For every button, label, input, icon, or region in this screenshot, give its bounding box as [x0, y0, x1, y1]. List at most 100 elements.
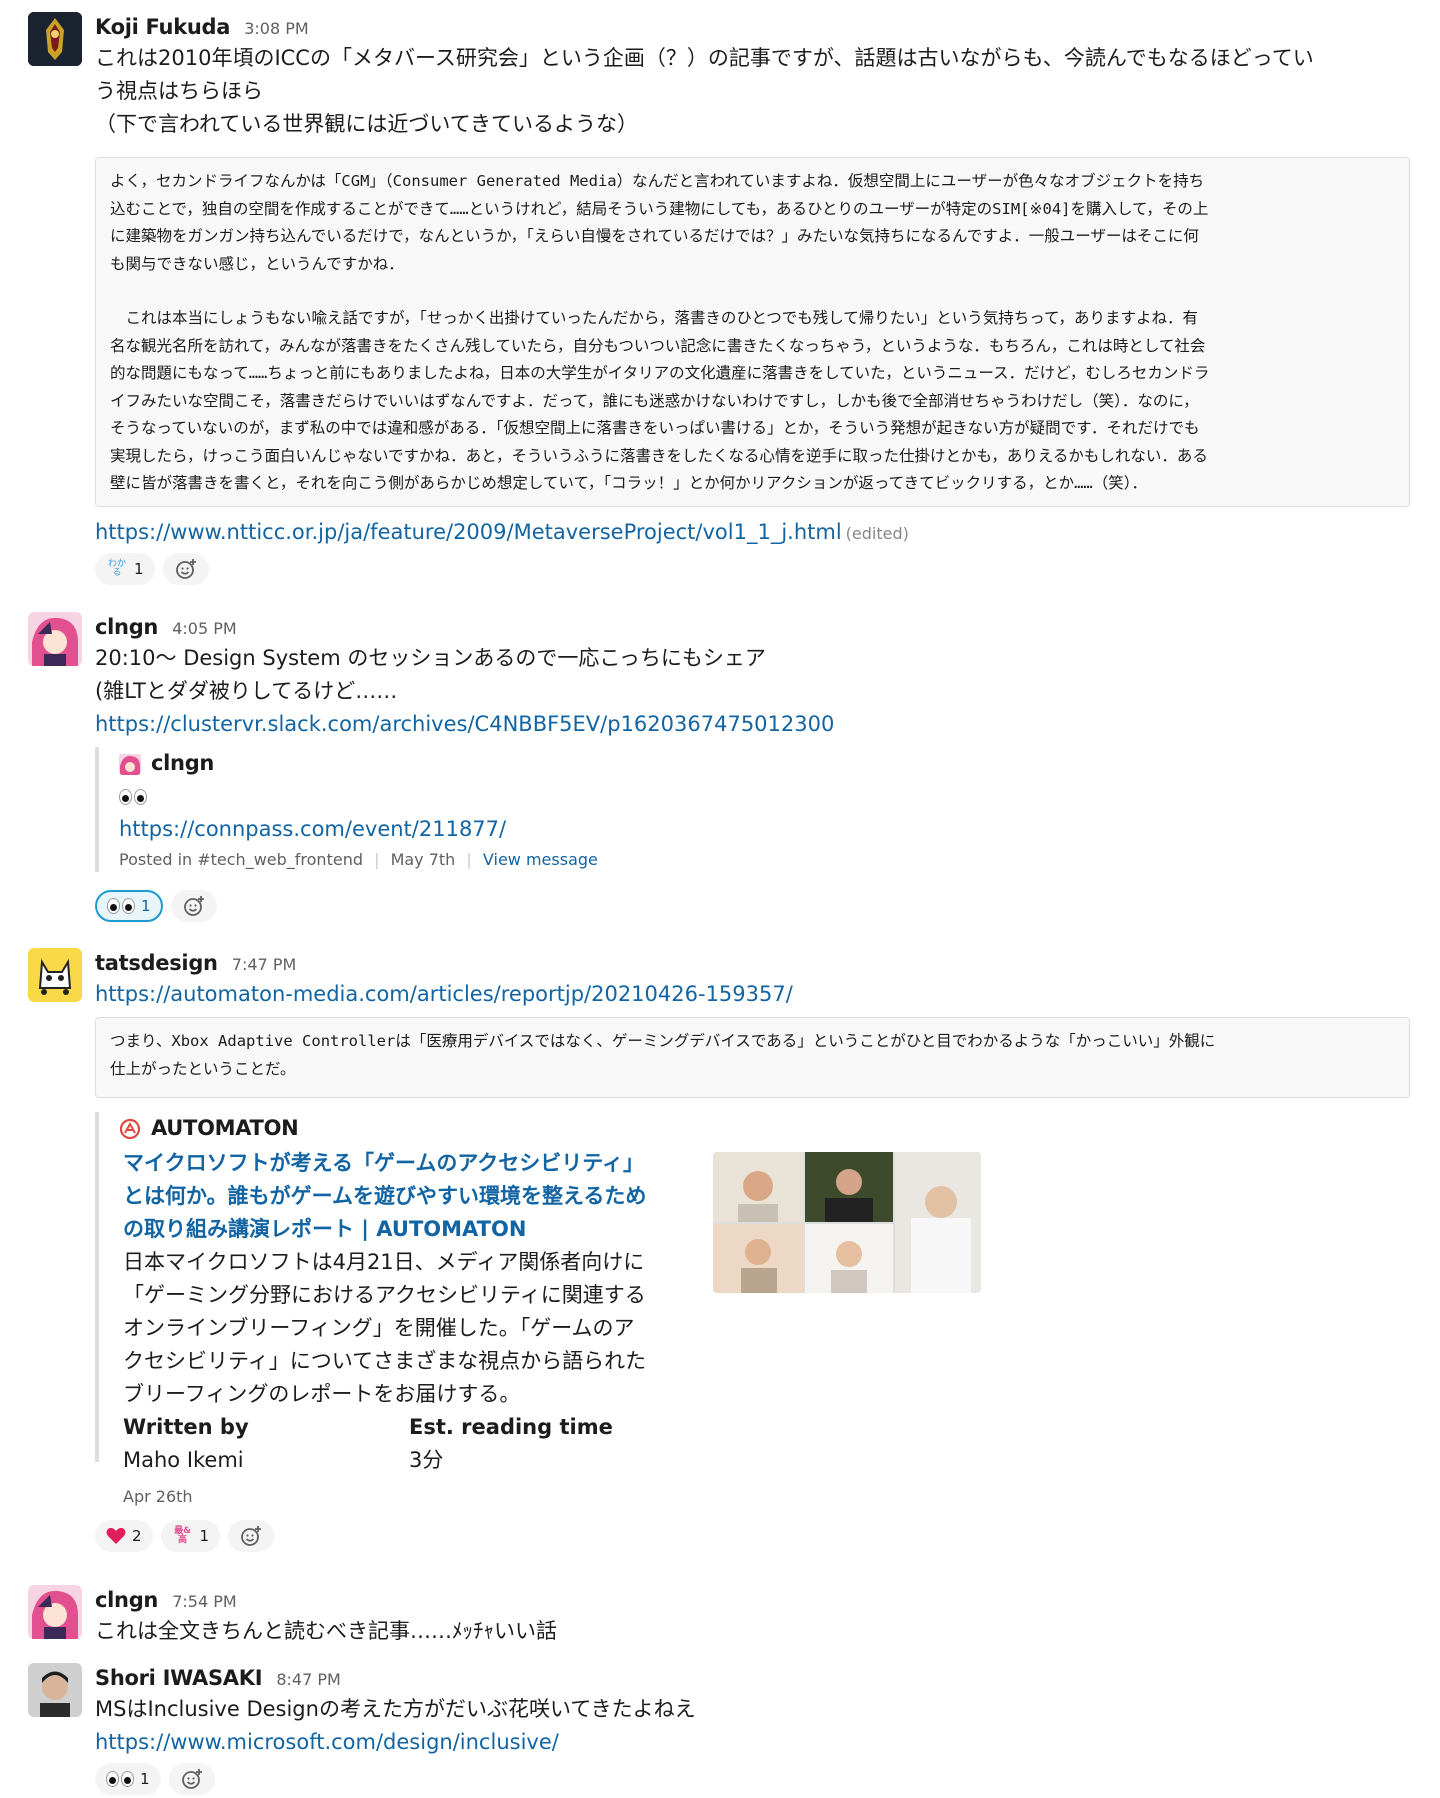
message-text: これは2010年頃のICCの「メタバース研究会」という企画（？）の記事ですが、話…	[95, 46, 1314, 70]
author-name[interactable]: Shori IWASAKI	[95, 1666, 263, 1690]
avatar-image	[28, 1663, 82, 1717]
message-tatsdesign: tatsdesign 7:47 PM https://automaton-med…	[28, 948, 1418, 1568]
reaction-count: 1	[141, 897, 151, 915]
reading-time-value: 3分	[409, 1448, 444, 1472]
preview-description: 日本マイクロソフトは4月21日、メディア関係者向けに	[123, 1250, 645, 1274]
author-name[interactable]: clngn	[95, 1588, 158, 1612]
author-name[interactable]: clngn	[95, 615, 158, 639]
shared-author[interactable]: clngn	[151, 747, 214, 780]
avatar[interactable]	[28, 948, 82, 1002]
preview-title[interactable]: とは何か。誰もがゲームを遊びやすい環境を整えるため	[123, 1180, 703, 1213]
message-link[interactable]: https://clustervr.slack.com/archives/C4N…	[95, 712, 834, 736]
preview-thumbnail[interactable]	[713, 1152, 981, 1293]
shared-message: clngn https://connpass.com/event/211877/…	[95, 747, 598, 872]
written-by-label: Written by	[123, 1415, 249, 1439]
message-link[interactable]: https://www.microsoft.com/design/inclusi…	[95, 1730, 559, 1754]
author-name[interactable]: tatsdesign	[95, 951, 218, 975]
add-reaction-icon	[181, 1769, 202, 1789]
code-line: これは本当にしょうもない喩え話ですが，「せっかく出掛けていったんだから，落書きの…	[110, 309, 1198, 327]
code-line: 名な観光名所を訪れて，みんなが落書きをたくさん残していたら，自分もついつい記念に…	[110, 336, 1206, 355]
code-line: 的な問題にもなって……ちょっと前にもありましたよね，日本の大学生がイタリアの文化…	[110, 364, 1210, 382]
shared-avatar[interactable]	[119, 753, 141, 775]
heart-icon	[106, 1527, 126, 1544]
message-link[interactable]: https://www.ntticc.or.jp/ja/feature/2009…	[95, 520, 842, 544]
timestamp[interactable]: 4:05 PM	[172, 619, 236, 638]
message-list: Koji Fukuda 3:08 PM これは2010年頃のICCの「メタバース…	[0, 0, 1440, 1798]
reaction-count: 1	[199, 1527, 210, 1545]
message-text: これは全文きちんと読むべき記事……ﾒｯﾁｬいい話	[95, 1619, 557, 1643]
posted-in-label[interactable]: Posted in #tech_web_frontend	[119, 850, 363, 869]
reaction-heart[interactable]: 2	[95, 1520, 153, 1552]
avatar-image	[28, 1585, 82, 1639]
wakaru-emoji-icon: わか る	[107, 559, 126, 578]
code-line: に建築物をガンガン持ち込んでいるだけで，なんというか，「えらい自慢をされているだ…	[110, 227, 1199, 245]
code-line: 仕上がったということだ。	[110, 1059, 296, 1078]
message-text: う視点はちらほら	[95, 79, 263, 103]
reaction-eyes[interactable]: 1	[95, 1763, 161, 1795]
code-line: そうなっていないのが，まず私の中では違和感がある．「仮想空間上に落書きをいっぱい…	[110, 419, 1200, 437]
add-reaction-icon	[175, 559, 196, 579]
eyes-icon	[119, 788, 147, 805]
timestamp[interactable]: 7:54 PM	[172, 1592, 236, 1611]
message-clngn: clngn 4:05 PM 20:10〜 Design System のセッショ…	[28, 612, 1418, 942]
code-block: つまり、Xbox Adaptive Controllerは「医療用デバイスではな…	[95, 1017, 1410, 1098]
reactions: わか る 1	[95, 553, 209, 587]
avatar[interactable]	[28, 1663, 82, 1717]
shared-date[interactable]: May 7th	[391, 850, 456, 869]
code-line: つまり、Xbox Adaptive Controllerは「医療用デバイスではな…	[110, 1032, 1216, 1050]
avatar-image	[28, 948, 82, 1002]
code-line: 実現したら，けっこう面白いんじゃないですかね．あと，そういうふうに落書きをしたく…	[110, 446, 1208, 465]
add-reaction-button[interactable]	[162, 553, 209, 585]
reaction-wakaru[interactable]: わか る 1	[95, 553, 155, 585]
reactions: 2 最& 高 1	[95, 1520, 275, 1554]
code-line: 壁に皆が落書きを書くと，それを向こう側があらかじめ想定していて，「コラッ！」とか…	[110, 474, 1148, 492]
eyes-icon	[106, 1771, 134, 1787]
message-text: (雑LTとダダ被りしてるけど……	[95, 679, 398, 703]
code-line: イフみたいな空間こそ，落書きだらけでいいはずなんですよ．だって，誰にも迷惑かけな…	[110, 391, 1199, 410]
reaction-count: 2	[132, 1527, 142, 1545]
preview-description: クセシビリティ」についてさまざまな視点から語られた	[123, 1349, 647, 1373]
message-link[interactable]: https://automaton-media.com/articles/rep…	[95, 982, 793, 1006]
avatar[interactable]	[28, 1585, 82, 1639]
author-name[interactable]: Koji Fukuda	[95, 15, 230, 39]
preview-date: Apr 26th	[123, 1487, 193, 1506]
message-text: MSはInclusive Designの考えた方がだいぶ花咲いてきたよねえ	[95, 1697, 696, 1721]
reaction-count: 1	[134, 560, 144, 578]
video-call-image	[713, 1152, 981, 1293]
avatar[interactable]	[28, 612, 82, 666]
preview-description: ブリーフィングのレポートをお届けする。	[123, 1382, 521, 1406]
preview-description: 「ゲーミング分野におけるアクセシビリティに関連する	[123, 1283, 646, 1307]
code-line: も関与できない感じ，というんですかね．	[110, 254, 404, 273]
edited-label: (edited)	[845, 524, 909, 543]
reaction-count: 1	[140, 1770, 150, 1788]
preview-title[interactable]: の取り組み講演レポート | AUTOMATON	[123, 1213, 703, 1246]
message-shori: Shori IWASAKI 8:47 PM MSはInclusive Desig…	[28, 1663, 1418, 1798]
shared-link[interactable]: https://connpass.com/event/211877/	[119, 817, 506, 841]
timestamp[interactable]: 7:47 PM	[232, 955, 296, 974]
view-message-link[interactable]: View message	[483, 850, 598, 869]
add-reaction-button[interactable]	[170, 890, 217, 922]
add-reaction-icon	[183, 896, 204, 916]
preview-site-name: AUTOMATON	[151, 1116, 299, 1140]
timestamp[interactable]: 3:08 PM	[244, 19, 308, 38]
preview-description: オンラインブリーフィング」を開催した。「ゲームのア	[123, 1316, 635, 1340]
eyes-emoji	[119, 780, 598, 813]
link-preview: AUTOMATON マイクロソフトが考える「ゲームのアクセシビリティ」 とは何か…	[95, 1112, 981, 1506]
code-block: よく，セカンドライフなんかは「CGM」（Consumer Generated M…	[95, 157, 1410, 507]
add-reaction-button[interactable]	[168, 1763, 215, 1795]
avatar-image	[28, 612, 82, 666]
code-line: よく，セカンドライフなんかは「CGM」（Consumer Generated M…	[110, 172, 1205, 190]
written-by-value: Maho Ikemi	[123, 1448, 244, 1472]
message-text: （下で言われている世界観には近づいてきているような）	[95, 112, 639, 136]
reaction-eyes[interactable]: 1	[95, 890, 163, 922]
add-reaction-button[interactable]	[228, 1520, 275, 1552]
message-text: 20:10〜 Design System のセッションあるので一応こっちにもシェ…	[95, 646, 766, 670]
reaction-saiko[interactable]: 最& 高 1	[160, 1520, 221, 1552]
avatar[interactable]	[28, 12, 82, 66]
timestamp[interactable]: 8:47 PM	[276, 1670, 340, 1689]
avatar-image	[28, 12, 82, 66]
preview-title[interactable]: マイクロソフトが考える「ゲームのアクセシビリティ」	[123, 1147, 703, 1180]
message-koji: Koji Fukuda 3:08 PM これは2010年頃のICCの「メタバース…	[28, 12, 1418, 592]
reactions: 1	[95, 1763, 215, 1797]
reactions: 1	[95, 890, 217, 924]
